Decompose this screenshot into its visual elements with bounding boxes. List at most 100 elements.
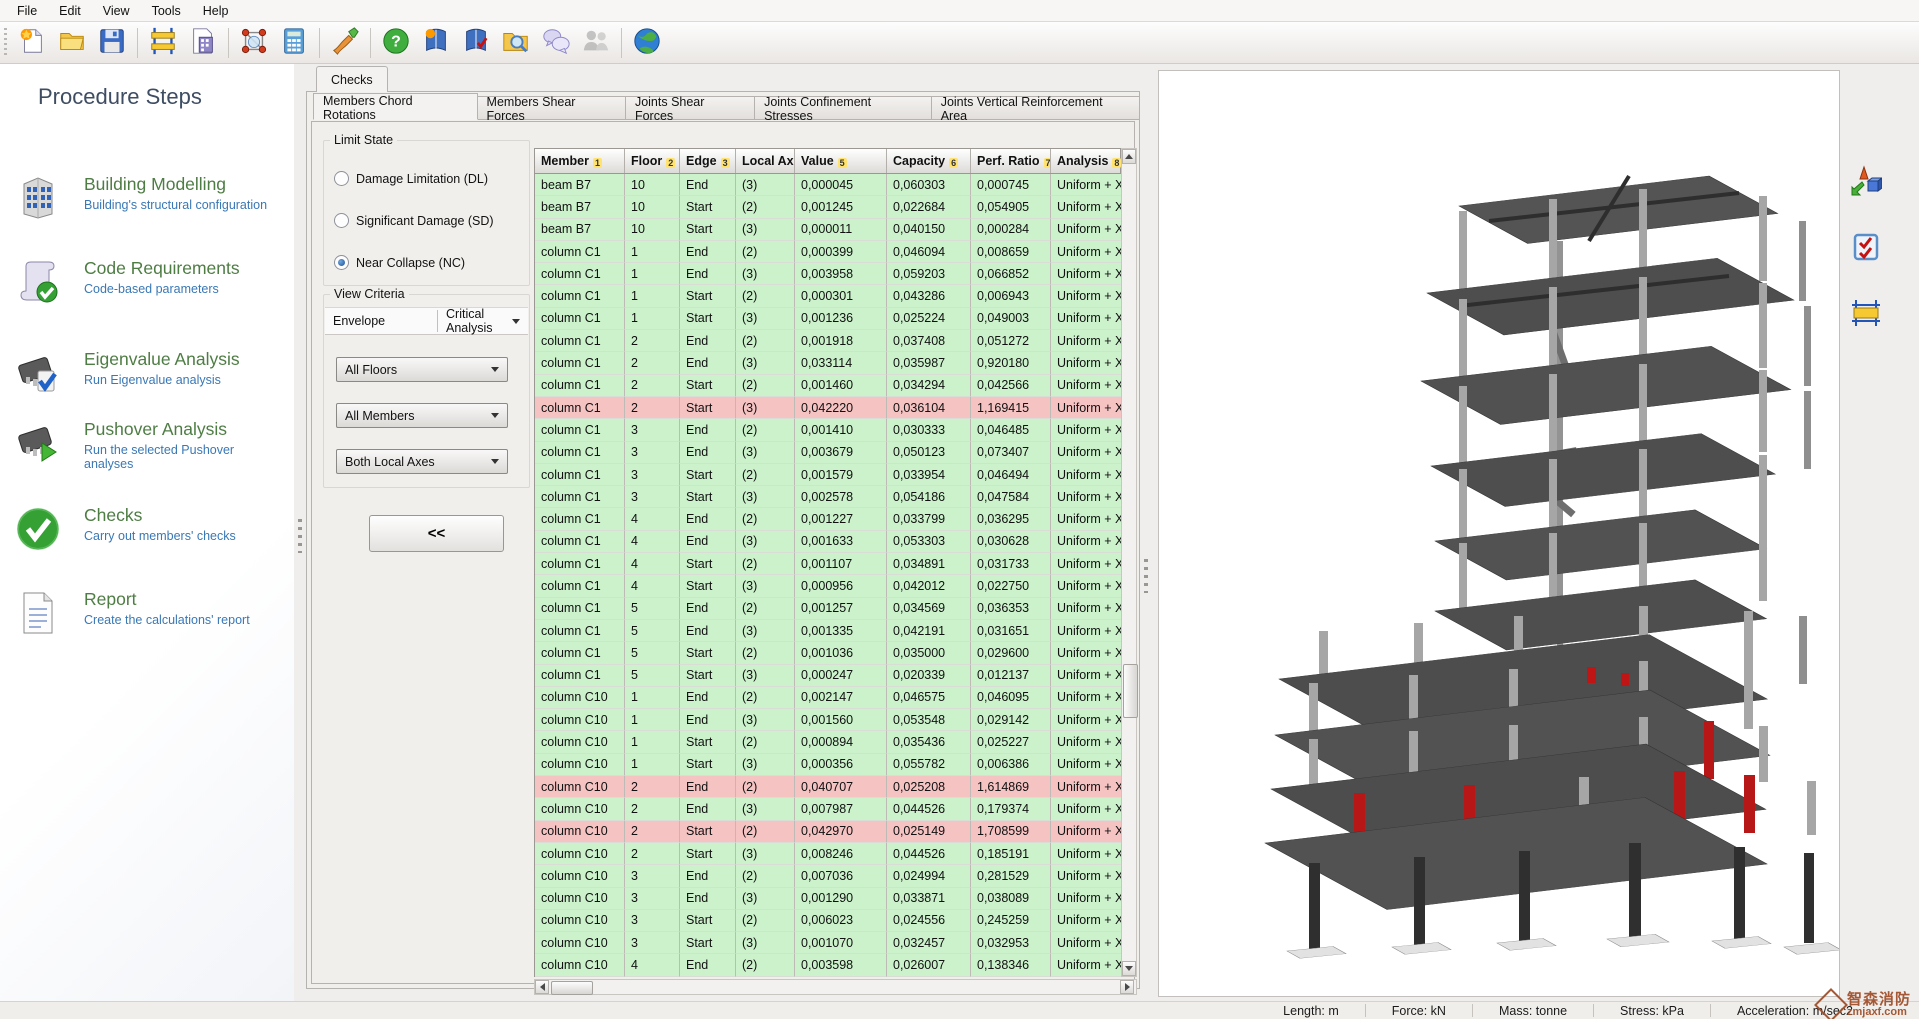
table-row[interactable]: column C1 1 Start (3) 0,001236 0,025224 0,0490…: [535, 307, 1122, 331]
menu-tools[interactable]: Tools: [141, 2, 192, 20]
calculator-button[interactable]: [275, 25, 313, 61]
subtab-joints-shear-forces[interactable]: Joints Shear Forces: [624, 95, 756, 123]
table-row[interactable]: beam B7 10 Start (2) 0,001245 0,022684 0,05490…: [535, 196, 1122, 219]
menu-file[interactable]: File: [6, 2, 48, 20]
dropdown-all-floors[interactable]: All Floors: [336, 357, 508, 382]
table-vertical-scrollbar[interactable]: [1121, 148, 1138, 977]
column-header-value[interactable]: Value 5: [795, 149, 887, 173]
sidebar-splitter[interactable]: [294, 64, 306, 1001]
table-row[interactable]: column C10 1 Start (3) 0,000356 0,055782 0,006…: [535, 753, 1122, 777]
scroll-left-button[interactable]: [535, 980, 549, 994]
sidebar-step-code-requirements[interactable]: Code Requirements Code-based parameters: [12, 256, 286, 322]
sidebar-step-building-modelling[interactable]: Building Modelling Building's structural …: [12, 172, 286, 238]
checklist-button[interactable]: [1846, 228, 1886, 268]
tab-checks[interactable]: Checks: [316, 66, 388, 92]
menu-view[interactable]: View: [92, 2, 141, 20]
table-row[interactable]: column C1 1 End (3) 0,003958 0,059203 0,066852…: [535, 263, 1122, 286]
table-row[interactable]: column C1 5 Start (3) 0,000247 0,020339 0,0121…: [535, 664, 1122, 687]
column-header-capacity[interactable]: Capacity 6: [887, 149, 971, 173]
scroll-up-button[interactable]: [1122, 149, 1136, 164]
comments-button[interactable]: [537, 25, 575, 61]
collapse-panel-button[interactable]: <<: [369, 515, 504, 552]
sidebar-step-pushover-analysis[interactable]: Pushover Analysis Run the selected Pushov…: [12, 417, 286, 483]
orientation-axes-button[interactable]: [1846, 162, 1886, 202]
table-horizontal-scrollbar[interactable]: [534, 979, 1137, 995]
dropdown-both-local-axes[interactable]: Both Local Axes: [336, 449, 508, 474]
table-row[interactable]: column C10 2 Start (3) 0,008246 0,044526 0,185…: [535, 842, 1122, 866]
table-row[interactable]: column C1 2 End (3) 0,033114 0,035987 0,920180…: [535, 352, 1122, 375]
toolbar-grip[interactable]: [4, 27, 7, 58]
table-row[interactable]: column C1 3 Start (2) 0,001579 0,033954 0,0464…: [535, 463, 1122, 487]
table-row[interactable]: beam B7 10 Start (3) 0,000011 0,040150 0,00028…: [535, 218, 1122, 241]
table-row[interactable]: column C1 1 End (2) 0,000399 0,046094 0,008659…: [535, 240, 1122, 264]
column-header-edge[interactable]: Edge 3: [680, 149, 736, 173]
menu-help[interactable]: Help: [192, 2, 240, 20]
column-header-local-axis[interactable]: Local Axis4: [736, 149, 795, 173]
open-project-button[interactable]: [53, 25, 91, 61]
scroll-right-button[interactable]: [1120, 980, 1134, 994]
table-row[interactable]: beam B7 10 End (3) 0,000045 0,060303 0,000745 U…: [535, 174, 1122, 197]
column-header-analysis[interactable]: Analysis 8: [1051, 149, 1122, 173]
manual-check-button[interactable]: [457, 25, 495, 61]
sidebar-step-eigenvalue-analysis[interactable]: Eigenvalue Analysis Run Eigenvalue analys…: [12, 347, 286, 413]
table-row[interactable]: column C10 2 End (2) 0,040707 0,025208 1,61486…: [535, 776, 1122, 799]
sidebar-step-checks[interactable]: Checks Carry out members' checks: [12, 503, 286, 569]
scroll-down-button[interactable]: [1122, 961, 1136, 976]
table-row[interactable]: column C1 4 Start (3) 0,000956 0,042012 0,0227…: [535, 575, 1122, 598]
subtab-joints-confinement-stresses[interactable]: Joints Confinement Stresses: [754, 95, 932, 123]
table-row[interactable]: column C1 3 End (2) 0,001410 0,030333 0,046485…: [535, 419, 1122, 442]
table-row[interactable]: column C1 4 Start (2) 0,001107 0,034891 0,0317…: [535, 553, 1122, 576]
table-row[interactable]: column C1 2 End (2) 0,001918 0,037408 0,051272…: [535, 330, 1122, 353]
table-row[interactable]: column C1 3 End (3) 0,003679 0,050123 0,073407…: [535, 441, 1122, 464]
table-row[interactable]: column C1 5 End (3) 0,001335 0,042191 0,031651…: [535, 619, 1122, 643]
viewport-splitter[interactable]: [1140, 64, 1152, 1001]
subtab-joints-vertical-reinforcement-area[interactable]: Joints Vertical Reinforcement Area: [930, 95, 1140, 123]
new-project-button[interactable]: [13, 25, 51, 61]
table-row[interactable]: column C1 5 End (2) 0,001257 0,034569 0,036353…: [535, 597, 1122, 620]
paint-display-button[interactable]: [326, 25, 364, 61]
vertical-scroll-thumb[interactable]: [1123, 664, 1138, 718]
cell-value: 0,001236: [795, 307, 887, 331]
table-row[interactable]: column C10 1 Start (2) 0,000894 0,035436 0,025…: [535, 731, 1122, 754]
table-row[interactable]: column C10 3 End (3) 0,001290 0,033871 0,03808…: [535, 887, 1122, 910]
table-row[interactable]: column C1 2 Start (2) 0,001460 0,034294 0,0425…: [535, 374, 1122, 397]
critical-analysis-select[interactable]: Critical Analysis: [438, 307, 528, 335]
table-row[interactable]: column C10 3 End (2) 0,007036 0,024994 0,28152…: [535, 865, 1122, 888]
model-3d-button[interactable]: [235, 25, 273, 61]
web-globe-button[interactable]: [628, 25, 666, 61]
frame-section-button[interactable]: [144, 25, 182, 61]
table-row[interactable]: column C1 4 End (3) 0,001633 0,053303 0,030628…: [535, 530, 1122, 554]
column-header-member[interactable]: Member 1: [535, 149, 625, 173]
cell-ratio: 0,036295: [971, 508, 1051, 531]
table-row[interactable]: column C10 3 Start (3) 0,001070 0,032457 0,032…: [535, 932, 1122, 955]
building-report-button[interactable]: [184, 25, 222, 61]
radio-damage-limitation-dl-[interactable]: Damage Limitation (DL): [334, 171, 488, 186]
subtab-members-shear-forces[interactable]: Members Shear Forces: [476, 95, 626, 123]
sidebar-step-report[interactable]: Report Create the calculations' report: [12, 587, 286, 653]
building-3d-view[interactable]: [1158, 70, 1842, 997]
table-row[interactable]: column C1 5 Start (2) 0,001036 0,035000 0,0296…: [535, 642, 1122, 665]
table-row[interactable]: column C10 2 Start (2) 0,042970 0,025149 1,708…: [535, 820, 1122, 843]
table-row[interactable]: column C10 1 End (3) 0,001560 0,053548 0,02914…: [535, 709, 1122, 732]
table-row[interactable]: column C1 2 Start (3) 0,042220 0,036104 1,1694…: [535, 396, 1122, 420]
table-row[interactable]: column C10 1 End (2) 0,002147 0,046575 0,04609…: [535, 686, 1122, 710]
table-row[interactable]: column C1 3 Start (3) 0,002578 0,054186 0,0475…: [535, 486, 1122, 509]
table-row[interactable]: column C10 3 Start (2) 0,006023 0,024556 0,245…: [535, 909, 1122, 933]
table-row[interactable]: column C10 4 End (2) 0,003598 0,026007 0,13834…: [535, 954, 1122, 977]
table-row[interactable]: column C1 4 End (2) 0,001227 0,033799 0,036295…: [535, 508, 1122, 531]
menu-edit[interactable]: Edit: [48, 2, 92, 20]
table-row[interactable]: column C1 1 Start (2) 0,000301 0,043286 0,0069…: [535, 285, 1122, 308]
radio-near-collapse-nc-[interactable]: Near Collapse (NC): [334, 255, 465, 270]
subtab-members-chord-rotations[interactable]: Members Chord Rotations: [313, 93, 478, 122]
horizontal-scroll-thumb[interactable]: [551, 981, 593, 995]
help-button[interactable]: ?: [377, 25, 415, 61]
save-button[interactable]: [93, 25, 131, 61]
browse-results-button[interactable]: [497, 25, 535, 61]
column-header-floor[interactable]: Floor 2: [625, 149, 680, 173]
dropdown-all-members[interactable]: All Members: [336, 403, 508, 428]
radio-significant-damage-sd-[interactable]: Significant Damage (SD): [334, 213, 494, 228]
column-header-perf-ratio[interactable]: Perf. Ratio 7: [971, 149, 1051, 173]
table-row[interactable]: column C10 2 End (3) 0,007987 0,044526 0,17937…: [535, 798, 1122, 821]
frame-member-button[interactable]: [1846, 294, 1886, 334]
manual-star-button[interactable]: [417, 25, 455, 61]
